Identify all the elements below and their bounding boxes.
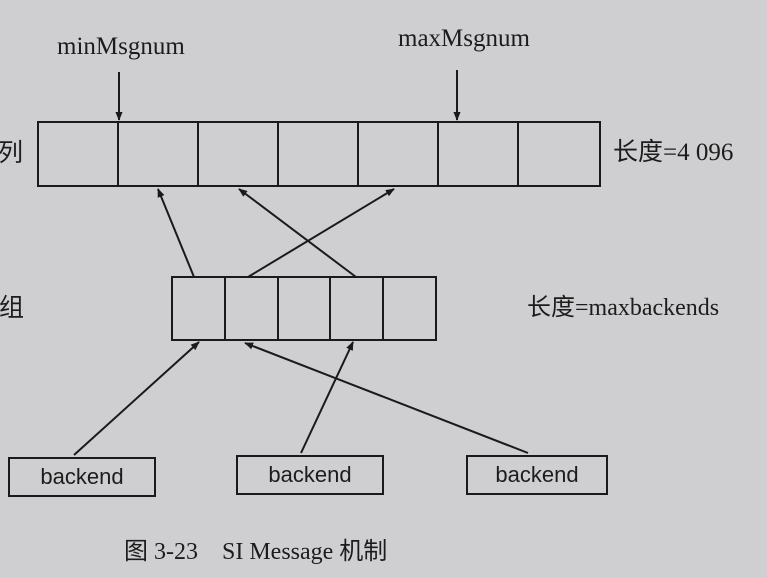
array-to-queue-arrow bbox=[247, 188, 395, 278]
array-to-queue-arrow bbox=[238, 188, 357, 278]
backend-box: backend bbox=[466, 455, 608, 495]
max-msgnum-label: maxMsgnum bbox=[398, 25, 530, 52]
array-length-label: 长度=maxbackends bbox=[527, 295, 720, 321]
backend-label: backend bbox=[40, 464, 124, 489]
backend-label: backend bbox=[268, 462, 352, 487]
backend-box: backend bbox=[8, 457, 156, 497]
min-msgnum-label: minMsgnum bbox=[57, 33, 185, 60]
figure-caption: 图 3-23 SI Message 机制 bbox=[124, 539, 388, 565]
backend-to-array-arrow bbox=[300, 341, 354, 454]
backend-label: backend bbox=[495, 462, 579, 487]
backend-to-array-arrow bbox=[244, 342, 529, 454]
array-to-queue-arrow bbox=[157, 188, 195, 278]
message-queue bbox=[37, 121, 601, 187]
si-message-diagram: 列 组 minMsgnum maxMsgnum 长度=4 096 长度=maxb… bbox=[0, 0, 767, 578]
backend-box: backend bbox=[236, 455, 384, 495]
backend-array bbox=[171, 276, 437, 341]
backend-to-array-arrow bbox=[73, 341, 200, 456]
queue-length-label: 长度=4 096 bbox=[613, 139, 734, 166]
mid-left-text-fragment: 组 bbox=[0, 295, 25, 322]
top-left-text-fragment: 列 bbox=[0, 140, 24, 167]
